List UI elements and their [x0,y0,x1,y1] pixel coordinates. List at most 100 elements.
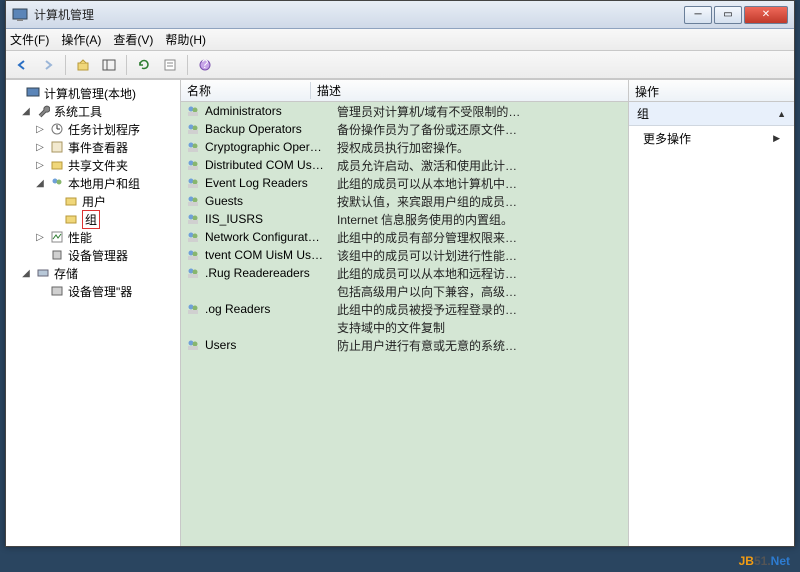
group-icon [185,193,201,209]
users-icon [49,175,65,191]
row-desc: 包括高级用户以向下兼容，高级… [331,283,628,300]
menu-file[interactable]: 文件(F) [10,31,49,48]
list-row[interactable]: tvent COM UisM Us…该组中的成员可以计划进行性能… [181,246,628,264]
group-icon [185,211,201,227]
menubar: 文件(F) 操作(A) 查看(V) 帮助(H) [6,29,794,51]
row-name: Cryptographic Oper… [205,140,331,154]
watermark: JB51.Net [739,552,790,568]
row-name: .og Readers [205,302,331,316]
row-name: Users [205,338,331,352]
group-icon [185,139,201,155]
wrench-icon [35,103,51,119]
folder-icon [63,211,79,227]
list-row[interactable]: Event Log Readers此组的成员可以从本地计算机中… [181,174,628,192]
list-row[interactable]: Distributed COM Us…成员允许启动、激活和使用此计… [181,156,628,174]
show-hide-tree-button[interactable] [97,54,121,76]
up-button[interactable] [71,54,95,76]
actions-group-label: 组 [637,105,649,122]
row-name: IIS_IUSRS [205,212,331,226]
row-desc: 管理员对计算机/域有不受限制的… [331,103,628,120]
folder-icon [63,193,79,209]
row-name: tvent COM UisM Us… [205,248,331,262]
tree-label: 设备管理"器 [68,283,132,300]
back-button[interactable] [10,54,34,76]
list-row[interactable]: 包括高级用户以向下兼容，高级… [181,282,628,300]
tree-label: 系统工具 [54,103,102,120]
row-name: Guests [205,194,331,208]
toolbar: ? [6,51,794,79]
list-pane: 名称 描述 Administrators管理员对计算机/域有不受限制的…Back… [181,80,629,546]
tree-label: 用户 [82,193,106,210]
tree-label-selected: 组 [82,210,100,229]
list-row[interactable]: IIS_IUSRSInternet 信息服务使用的内置组。 [181,210,628,228]
actions-more[interactable]: 更多操作 ▶ [629,126,794,151]
row-name: Event Log Readers [205,176,331,190]
tree-groups[interactable]: 组 [6,210,180,228]
tree-device-manager[interactable]: 设备管理器 [6,246,180,264]
list-row[interactable]: Guests按默认值，来宾跟用户组的成员… [181,192,628,210]
tree-system-tools[interactable]: ◢系统工具 [6,102,180,120]
tree-task-scheduler[interactable]: ▷任务计划程序 [6,120,180,138]
shared-folder-icon [49,157,65,173]
menu-action[interactable]: 操作(A) [61,31,101,48]
maximize-button[interactable]: ▭ [714,6,742,24]
tree-label: 计算机管理(本地) [44,85,136,102]
minimize-button[interactable]: ─ [684,6,712,24]
list-row[interactable]: .og Readers此组中的成员被授予远程登录的… [181,300,628,318]
group-icon [185,157,201,173]
row-desc: 备份操作员为了备份或还原文件… [331,121,628,138]
tree-local-users-groups[interactable]: ◢本地用户和组 [6,174,180,192]
group-icon [185,337,201,353]
properties-button[interactable] [158,54,182,76]
list-row[interactable]: Backup Operators备份操作员为了备份或还原文件… [181,120,628,138]
chevron-right-icon: ▶ [773,133,780,144]
storage-icon [35,265,51,281]
row-desc: 此组的成员可以从本地和远程访… [331,265,628,282]
group-icon [185,283,201,299]
column-name[interactable]: 名称 [181,82,311,99]
refresh-button[interactable] [132,54,156,76]
list-row[interactable]: .Rug Readereaders此组的成员可以从本地和远程访… [181,264,628,282]
close-button[interactable]: ✕ [744,6,788,24]
app-icon [12,7,28,23]
help-button[interactable]: ? [193,54,217,76]
group-icon [185,319,201,335]
row-desc: 支持域中的文件复制 [331,319,628,336]
window-buttons: ─ ▭ ✕ [684,6,788,24]
tree-users[interactable]: 用户 [6,192,180,210]
menu-view[interactable]: 查看(V) [113,31,153,48]
menu-help[interactable]: 帮助(H) [165,31,206,48]
actions-group-header[interactable]: 组 ▲ [629,102,794,126]
tree-label: 事件查看器 [68,139,128,156]
toolbar-separator [187,55,188,75]
tree-event-viewer[interactable]: ▷事件查看器 [6,138,180,156]
list-row[interactable]: Administrators管理员对计算机/域有不受限制的… [181,102,628,120]
tree-storage[interactable]: ◢存储 [6,264,180,282]
list-row[interactable]: Network Configurat…此组中的成员有部分管理权限来… [181,228,628,246]
app-window: 计算机管理 ─ ▭ ✕ 文件(F) 操作(A) 查看(V) 帮助(H) ? 计算… [5,0,795,547]
group-icon [185,247,201,263]
column-desc[interactable]: 描述 [311,82,628,99]
group-icon [185,103,201,119]
list-row[interactable]: 支持域中的文件复制 [181,318,628,336]
row-desc: 按默认值，来宾跟用户组的成员… [331,193,628,210]
list-body[interactable]: Administrators管理员对计算机/域有不受限制的…Backup Ope… [181,102,628,546]
row-name: .Rug Readereaders [205,266,331,280]
tree-shared-folders[interactable]: ▷共享文件夹 [6,156,180,174]
window-title: 计算机管理 [34,6,684,23]
tree-performance[interactable]: ▷性能 [6,228,180,246]
forward-button[interactable] [36,54,60,76]
watermark-part: JB [739,554,754,568]
tree-disk-management[interactable]: 设备管理"器 [6,282,180,300]
device-icon [49,247,65,263]
row-name: Network Configurat… [205,230,331,244]
list-row[interactable]: Cryptographic Oper…授权成员执行加密操作。 [181,138,628,156]
tree-root[interactable]: 计算机管理(本地) [6,84,180,102]
tree-pane[interactable]: 计算机管理(本地) ◢系统工具 ▷任务计划程序 ▷事件查看器 ▷共享文件夹 ◢本… [6,80,181,546]
performance-icon [49,229,65,245]
list-row[interactable]: Users防止用户进行有意或无意的系统… [181,336,628,354]
event-icon [49,139,65,155]
row-name: Backup Operators [205,122,331,136]
row-name: Administrators [205,104,331,118]
row-name: Distributed COM Us… [205,158,331,172]
